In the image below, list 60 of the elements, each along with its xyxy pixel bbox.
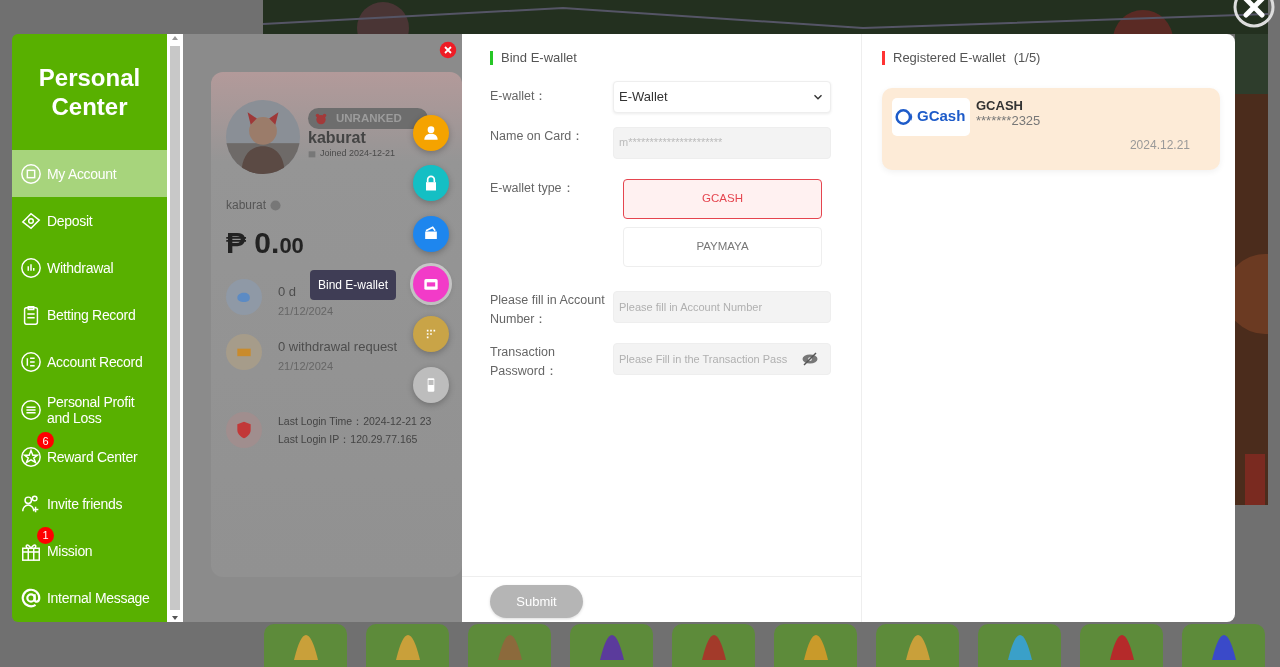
- account-name: kaburat: [226, 197, 267, 214]
- user-icon: [421, 123, 441, 143]
- chart-icon: [20, 256, 42, 279]
- sidebar-item[interactable]: Account Record: [12, 338, 167, 386]
- notice-text: 0 withdrawal request: [278, 337, 398, 356]
- field-label: Please fill in Account Number：: [490, 291, 606, 328]
- sidebar-item[interactable]: Mission 1: [12, 527, 167, 575]
- sidebar-item[interactable]: Internal Message: [12, 574, 167, 622]
- scroll-up-icon[interactable]: [171, 34, 179, 42]
- notification-count: 1: [37, 526, 54, 544]
- game-tile[interactable]: [1182, 624, 1265, 667]
- section-title: Registered E-wallet: [893, 49, 1006, 67]
- sidebar-item[interactable]: My Account: [12, 150, 167, 198]
- section-title: Bind E-wallet: [501, 49, 577, 67]
- game-tile[interactable]: [876, 624, 959, 667]
- field-label: E-wallet：: [490, 87, 549, 105]
- wallet-type-option[interactable]: PAYMAYA: [623, 226, 822, 267]
- bear-icon: [314, 111, 328, 126]
- tooltip: Bind E-wallet: [310, 270, 397, 300]
- wallet-date: 2024.12.21: [1129, 136, 1190, 154]
- login-ip: Last Login IP：120.29.77.165: [278, 432, 418, 447]
- wallet-type-option[interactable]: GCASH: [623, 178, 822, 219]
- sidebar-item[interactable]: Personal Profit and Loss: [12, 385, 167, 434]
- wallet-count: (1/5): [1013, 49, 1041, 67]
- game-tile[interactable]: [978, 624, 1061, 667]
- sidebar-item[interactable]: Reward Center 6: [12, 433, 167, 481]
- account-number-field[interactable]: Please fill in Account Number: [613, 290, 831, 323]
- wallet-number: *******2325: [976, 112, 1042, 128]
- scrollbar-thumb[interactable]: [170, 46, 180, 610]
- login-time: Last Login Time：2024-12-21 23: [278, 414, 432, 429]
- sidebar-item[interactable]: Invite friends: [12, 480, 167, 528]
- notification-count: 6: [37, 432, 54, 450]
- wallet-name: GCASH: [976, 97, 1024, 113]
- field-label: Name on Card：: [490, 127, 586, 145]
- list-icon: [20, 351, 42, 374]
- notice-text: 0 d: [278, 283, 297, 301]
- sidebar-item[interactable]: Deposit: [12, 197, 167, 245]
- ewallet-dropdown[interactable]: E-Wallet: [613, 80, 831, 113]
- list-icon: [20, 398, 42, 421]
- game-tile[interactable]: [570, 624, 653, 667]
- join-date: Joined 2024-12-21: [320, 147, 396, 161]
- game-tile[interactable]: [672, 624, 755, 667]
- sidebar-item[interactable]: Betting Record: [12, 291, 167, 339]
- field-label: Transaction Password：: [490, 343, 559, 380]
- circle-icon: [20, 162, 42, 185]
- shield-icon: [234, 420, 254, 440]
- sidebar-item[interactable]: Withdrawal: [12, 244, 167, 292]
- balance: ₱ 0.00: [226, 225, 304, 261]
- game-tile[interactable]: [1080, 624, 1163, 667]
- game-tile[interactable]: [774, 624, 857, 667]
- sidebar-title: Personal Center: [37, 63, 142, 122]
- username: kaburat: [308, 129, 367, 148]
- logo-text: GCash: [917, 106, 966, 127]
- password-field[interactable]: Please Fill in the Transaction Pass: [613, 342, 831, 375]
- field-label: E-wallet type：: [490, 179, 576, 197]
- game-tile[interactable]: [264, 624, 347, 667]
- scroll-down-icon[interactable]: [171, 614, 179, 622]
- game-tile[interactable]: [366, 624, 449, 667]
- at-icon: [20, 587, 42, 610]
- game-tile[interactable]: [468, 624, 551, 667]
